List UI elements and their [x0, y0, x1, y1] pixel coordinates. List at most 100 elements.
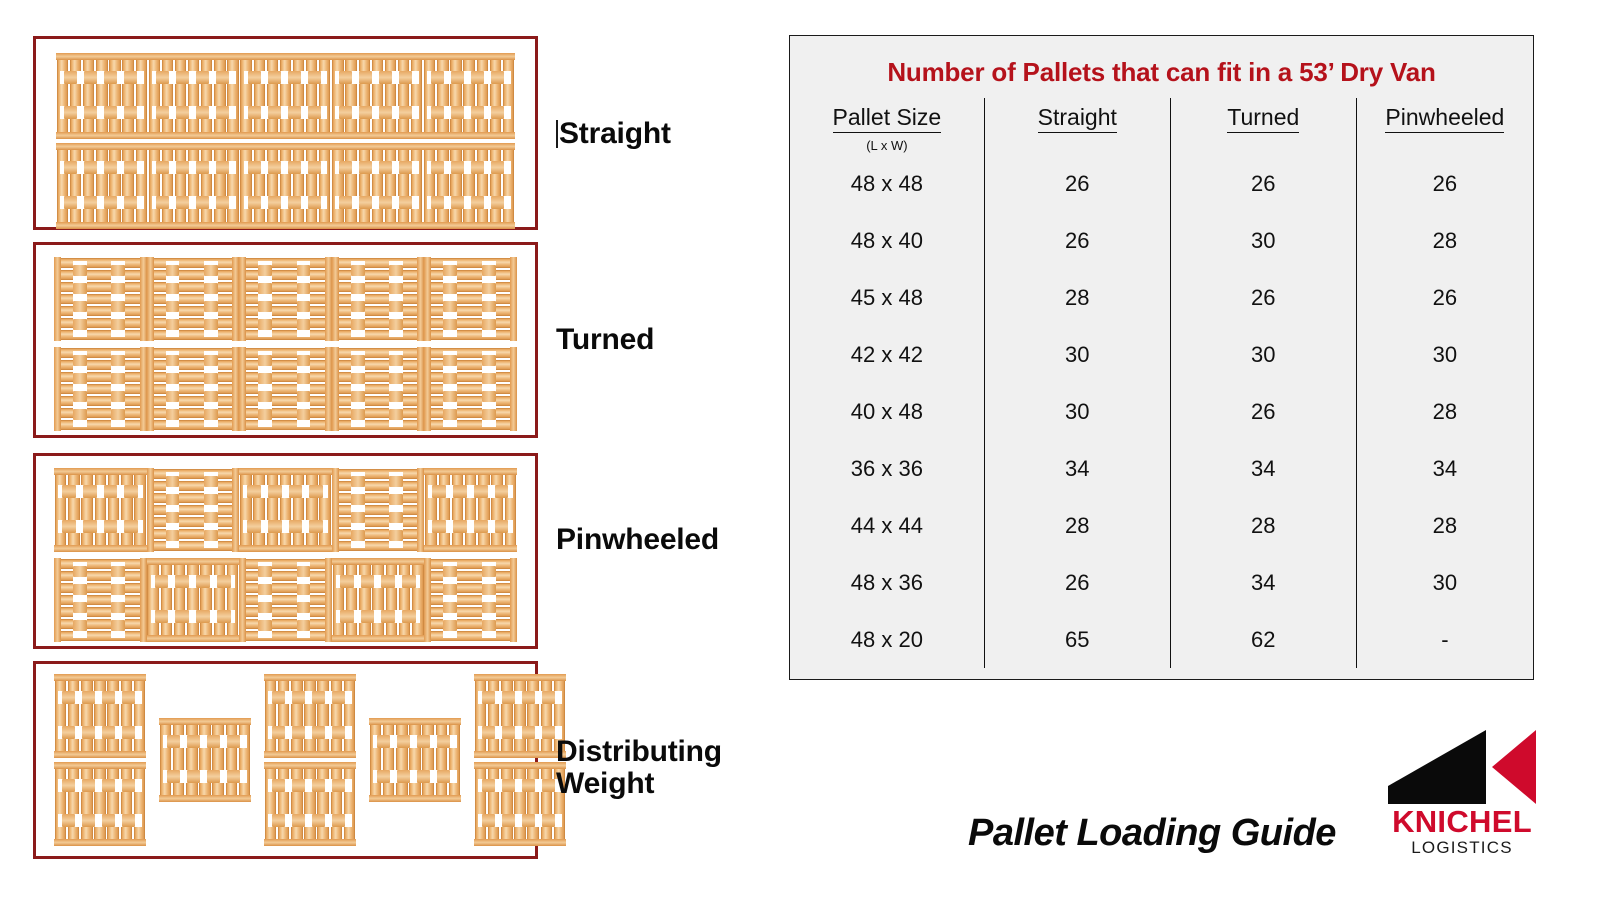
- pallet-board: [384, 53, 397, 139]
- table-cell-turned: 30: [1169, 212, 1357, 269]
- pallet-board: [383, 718, 395, 802]
- pallet-board: [253, 143, 265, 229]
- pallet-board: [161, 143, 174, 229]
- pallet-board: [81, 762, 93, 846]
- text-cursor: [556, 120, 558, 148]
- pallet-board: [410, 53, 423, 139]
- pallet-board: [424, 570, 517, 582]
- pallet-straight: [56, 53, 148, 139]
- pallet-board: [83, 53, 95, 139]
- table-row: 48 x 40 26 30 28: [790, 212, 1533, 269]
- pallet-board: [133, 674, 146, 758]
- table-title: Number of Pallets that can fit in a 53’ …: [887, 57, 1436, 87]
- pallet-straight: [146, 558, 240, 642]
- pallet-board: [409, 718, 421, 802]
- table-cell-pinwheeled: 26: [1355, 155, 1533, 212]
- pallet-board: [239, 371, 332, 383]
- pallet-board: [107, 674, 119, 758]
- pallet-board: [239, 359, 332, 371]
- pallet-straight: [423, 53, 515, 139]
- table-cell-straight: 28: [983, 269, 1171, 326]
- pallet-board: [54, 558, 147, 570]
- pallet-straight: [239, 53, 332, 139]
- pallet-board: [146, 419, 240, 431]
- pallet-board: [464, 468, 477, 552]
- pallet-board: [527, 762, 539, 846]
- pallet-board: [109, 53, 121, 139]
- pallet-board: [239, 419, 332, 431]
- pallet-deck: [146, 257, 240, 341]
- pallet-straight: [331, 143, 424, 229]
- pallet-deck: [147, 558, 240, 642]
- pallet-board: [331, 504, 425, 516]
- pallet-board: [70, 143, 82, 229]
- pallet-board: [279, 53, 292, 139]
- pallet-turned: [54, 558, 147, 642]
- pallet-deck: [146, 468, 240, 552]
- table-cell-size: 48 x 20: [850, 626, 923, 652]
- pallet-board: [146, 317, 240, 329]
- pallet-board: [332, 558, 345, 642]
- column-header-pallet-size-label: Pallet Size: [832, 104, 942, 133]
- table-cell-pinwheeled: 26: [1355, 269, 1533, 326]
- pallet-deck: [56, 143, 148, 229]
- pallet-board: [331, 492, 425, 504]
- pallet-board: [331, 305, 425, 317]
- pallet-turned: [239, 558, 332, 642]
- pallet-count-table-card: Number of Pallets that can fit in a 53’ …: [789, 35, 1534, 680]
- pallet-deck: [239, 558, 332, 642]
- pallet-board: [304, 674, 316, 758]
- table-cell-straight: 34: [983, 440, 1171, 497]
- section-label-straight: Straight: [556, 117, 671, 150]
- pallet-turned: [146, 347, 240, 431]
- pallet-board: [317, 762, 329, 846]
- pallet-straight: [264, 674, 356, 758]
- pallet-turned: [331, 347, 425, 431]
- pallet-board: [160, 558, 173, 642]
- pallet-board: [358, 143, 370, 229]
- pallet-board: [146, 257, 240, 269]
- pallet-board: [422, 718, 434, 802]
- pallet-turned: [424, 257, 517, 341]
- pallet-board: [122, 53, 134, 139]
- pallet-board: [94, 468, 107, 552]
- table-cell-turned: 62: [1169, 611, 1357, 668]
- pallet-board: [239, 383, 332, 395]
- pallet-deck: [54, 468, 147, 552]
- pallet-board: [146, 293, 240, 305]
- pallet-board: [227, 53, 239, 139]
- table-cell-turned: 30: [1169, 326, 1357, 383]
- page-title: Pallet Loading Guide: [968, 812, 1336, 854]
- pallet-board: [56, 143, 69, 229]
- pallet-straight: [369, 718, 461, 802]
- pallet-board: [501, 674, 513, 758]
- pallet-board: [68, 762, 80, 846]
- pallet-board: [54, 395, 147, 407]
- pallet-board: [424, 317, 517, 329]
- column-header-pallet-size-sub: (L x W): [866, 138, 908, 153]
- pallet-deck: [474, 674, 566, 758]
- pallet-board: [292, 53, 305, 139]
- pallet-deck: [331, 347, 425, 431]
- pallet-deck: [369, 718, 461, 802]
- pallet-board: [437, 53, 449, 139]
- table-cell-size: 48 x 48: [850, 170, 923, 196]
- pallet-board: [146, 281, 240, 293]
- pallet-deck: [54, 674, 146, 758]
- table-body: 48 x 48 26 26 26 48 x 40 26 30 28 45 x 48 28 26 26 4…: [790, 155, 1533, 668]
- pallet-board: [397, 143, 410, 229]
- pallet-deck: [54, 762, 146, 846]
- pallet-board: [94, 674, 106, 758]
- table-cell-straight: 65: [983, 611, 1171, 668]
- pallet-board: [146, 480, 240, 492]
- pallet-board: [239, 269, 332, 281]
- pallet-board: [491, 468, 503, 552]
- pallet-board: [279, 468, 292, 552]
- logo-wordmark: KNICHEL: [1392, 804, 1532, 839]
- pallet-board: [345, 53, 357, 139]
- table-cell-turned: 34: [1169, 554, 1357, 611]
- pallet-board: [122, 143, 134, 229]
- pallet-board: [489, 53, 501, 139]
- pallet-board: [319, 468, 331, 552]
- pallet-count-table: Pallet Size (L x W) Straight Turned Pinw…: [790, 98, 1533, 668]
